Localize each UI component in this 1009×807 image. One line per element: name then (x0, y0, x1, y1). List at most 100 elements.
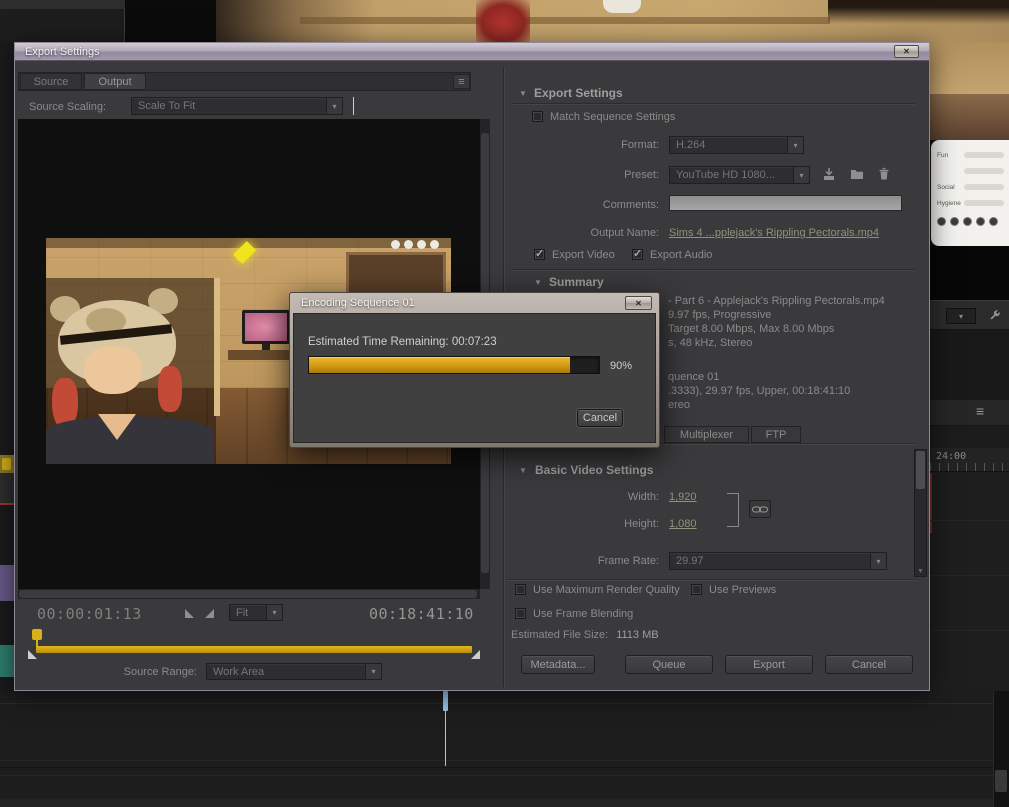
frame-rate-label: Frame Rate: (597, 555, 659, 567)
settings-scrollbar[interactable]: ▼ (914, 449, 927, 577)
wrench-icon[interactable] (988, 309, 1001, 327)
summary-line: 9.97 fps, Progressive (668, 309, 772, 321)
import-preset-button[interactable] (850, 167, 864, 186)
estimated-file-size-label: Estimated File Size: (511, 629, 609, 641)
frame-rate-dropdown[interactable]: 29.97 ▾ (669, 552, 887, 570)
use-frame-blending-label: Use Frame Blending (533, 608, 634, 620)
panel-menu-icon[interactable]: ≡ (976, 403, 984, 419)
shirt (46, 416, 214, 464)
comments-label: Comments: (602, 199, 659, 211)
disclosure-icon[interactable]: ▼ (519, 466, 527, 475)
disclosure-icon[interactable]: ▼ (519, 89, 527, 98)
background-dropdown[interactable]: ▾ (946, 308, 976, 324)
cancel-button[interactable]: Cancel (825, 655, 913, 674)
metadata-button[interactable]: Metadata... (521, 655, 595, 674)
zoom-level-dropdown[interactable]: Fit ▾ (229, 604, 283, 621)
panel-menu-button[interactable]: ≡ (453, 74, 470, 89)
use-previews-checkbox[interactable] (691, 584, 702, 595)
sims-ui-button[interactable] (963, 217, 972, 226)
width-value[interactable]: 1,920 (669, 491, 697, 503)
in-point-icon[interactable] (185, 609, 194, 618)
game-wall-lamp (603, 0, 641, 13)
ruler-timecode: 24:00 (936, 451, 967, 462)
game-monitor (242, 310, 290, 344)
dialog-cancel-button[interactable]: Cancel (577, 409, 623, 427)
summary-line: s, 48 kHz, Stereo (668, 337, 753, 349)
out-point-icon[interactable] (205, 609, 214, 618)
need-row: Social (937, 179, 1004, 195)
tab-output[interactable]: Output (84, 73, 146, 90)
summary-line: .3333), 29.97 fps, Upper, 00:18:41:10 (668, 385, 851, 397)
need-bar (964, 184, 1004, 190)
screen: Fun Social Hygiene ▾ ≡ 24:00 Export Sett… (0, 0, 1009, 807)
dialog-close-button[interactable]: ✕ (625, 296, 652, 310)
export-button[interactable]: Export (725, 655, 813, 674)
check-icon: ✓ (633, 248, 643, 260)
work-area-end-handle[interactable] (471, 650, 480, 659)
need-label: Social (937, 183, 955, 191)
chain-link-icon (752, 506, 768, 512)
scroll-down-icon[interactable]: ▼ (917, 568, 924, 575)
chevron-down-icon: ▾ (787, 137, 803, 153)
timeline-ruler: 24:00 (930, 448, 1009, 472)
chevron-down-icon: ▾ (266, 605, 282, 620)
preset-dropdown[interactable]: YouTube HD 1080... ▾ (669, 166, 810, 184)
summary-line: Target 8.00 Mbps, Max 8.00 Mbps (668, 323, 835, 335)
output-name-label: Output Name: (590, 227, 659, 239)
chevron-down-icon: ▾ (870, 553, 886, 569)
text-caret (353, 97, 354, 115)
work-area-bar[interactable] (36, 646, 472, 653)
disclosure-icon[interactable]: ▼ (534, 278, 542, 287)
output-name-link[interactable]: Sims 4 ...pplejack's Rippling Pectorals.… (669, 227, 879, 239)
aspect-bracket (727, 493, 739, 527)
sims-ui-button[interactable] (976, 217, 985, 226)
current-timecode[interactable]: 00:00:01:13 (37, 605, 142, 623)
basic-video-settings-header: Basic Video Settings (535, 463, 654, 477)
source-range-dropdown[interactable]: Work Area ▾ (206, 663, 382, 680)
timeline-playhead[interactable] (443, 691, 448, 711)
queue-button[interactable]: Queue (625, 655, 713, 674)
window-titlebar[interactable]: Export Settings ✕ (15, 43, 929, 61)
comments-input[interactable] (669, 195, 902, 211)
need-label: Fun (937, 151, 949, 159)
panel-menu-icon: ≡ (458, 75, 465, 88)
tab-multiplexer[interactable]: Multiplexer (664, 426, 749, 443)
use-previews-label: Use Previews (709, 584, 777, 596)
source-scaling-dropdown[interactable]: Scale To Fit ▾ (131, 97, 343, 115)
source-range-label: Source Range: (123, 666, 197, 678)
save-preset-button[interactable] (822, 167, 836, 186)
sims-ui-button[interactable] (937, 217, 946, 226)
tab-source[interactable]: Source (20, 73, 82, 90)
use-max-render-checkbox[interactable] (515, 584, 526, 595)
time-remaining-value: 00:07:23 (451, 336, 497, 348)
scrollbar-handle[interactable] (916, 451, 925, 489)
dialog-title: Encoding Sequence 01 (301, 297, 415, 309)
monitor-controls-strip: ▾ (930, 300, 1009, 330)
vertical-scrollbar-handle[interactable] (995, 770, 1007, 792)
flower-garland (391, 240, 439, 249)
sims-ui-button[interactable] (989, 217, 998, 226)
close-icon: ✕ (635, 298, 642, 308)
width-label: Width: (627, 491, 659, 503)
folder-icon (851, 170, 863, 179)
timeline-bottom (0, 691, 1009, 807)
sims-ui-button[interactable] (950, 217, 959, 226)
delete-preset-button[interactable] (877, 167, 891, 186)
window-close-button[interactable]: ✕ (894, 45, 919, 58)
dialog-titlebar[interactable]: Encoding Sequence 01 ✕ (293, 293, 656, 313)
tab-ftp[interactable]: FTP (751, 426, 801, 443)
height-value[interactable]: 1,080 (669, 518, 697, 530)
face (84, 346, 142, 394)
link-aspect-button[interactable] (749, 500, 771, 518)
playhead-marker[interactable] (32, 629, 42, 640)
match-sequence-checkbox[interactable] (532, 111, 543, 122)
export-video-checkbox[interactable]: ✓ (534, 248, 545, 260)
need-row (937, 163, 1004, 179)
format-dropdown[interactable]: H.264 ▾ (669, 136, 804, 154)
work-area-start-handle[interactable] (28, 650, 37, 659)
encoding-progress-dialog: Encoding Sequence 01 ✕ Estimated Time Re… (289, 292, 660, 448)
preview-horizontal-scrollbar[interactable] (18, 589, 480, 599)
use-frame-blending-checkbox[interactable] (515, 608, 526, 619)
export-audio-checkbox[interactable]: ✓ (632, 248, 643, 260)
need-row: Fun (937, 147, 1004, 163)
